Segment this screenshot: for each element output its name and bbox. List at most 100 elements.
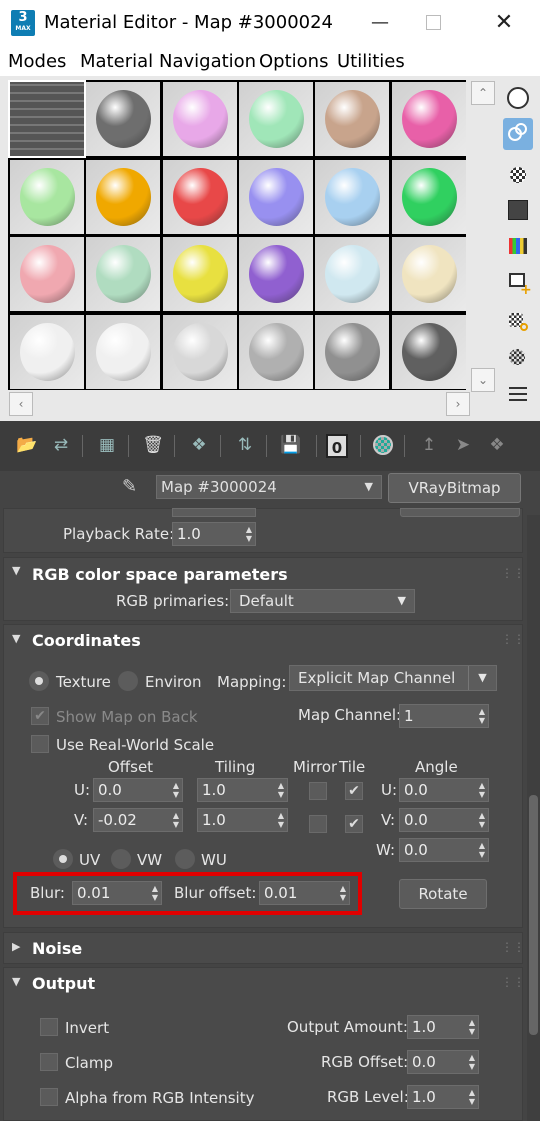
menu-utilities[interactable]: Utilities — [337, 51, 405, 72]
material-slot[interactable] — [10, 314, 84, 389]
show-map-on-back-checkbox[interactable]: ✔ — [31, 707, 49, 725]
texture-radio[interactable] — [29, 671, 49, 691]
v-tile-checkbox[interactable]: ✔ — [345, 815, 363, 833]
spinner-arrows-icon[interactable]: ▲ ▼ — [469, 1018, 475, 1036]
output-header[interactable]: Output — [32, 974, 95, 993]
menu-modes[interactable]: Modes — [8, 51, 66, 72]
material-slot[interactable] — [315, 314, 390, 389]
maximize-icon[interactable] — [418, 10, 448, 36]
map-name-field[interactable]: Map #3000024 ▼ — [156, 475, 382, 499]
close-icon[interactable]: ✕ — [489, 10, 519, 36]
show-map-in-viewport-icon[interactable] — [370, 432, 396, 458]
rgb-color-space-header[interactable]: RGB color space parameters — [32, 565, 288, 584]
u-offset-spinner[interactable]: 0.0 ▲ ▼ — [93, 778, 183, 802]
spinner-arrows-icon[interactable]: ▲ ▼ — [479, 841, 485, 859]
make-preview-icon[interactable]: + — [506, 270, 532, 298]
rollout-expanded-icon[interactable]: ▼ — [12, 564, 20, 577]
v-tiling-spinner[interactable]: 1.0 ▲ ▼ — [197, 808, 288, 832]
material-slot[interactable] — [315, 82, 390, 156]
map-type-button[interactable]: VRayBitmap — [388, 473, 521, 503]
material-slot[interactable] — [238, 314, 313, 389]
assign-material-icon[interactable]: ▦ — [94, 432, 120, 458]
material-slot[interactable] — [315, 237, 390, 311]
noise-header[interactable]: Noise — [32, 939, 82, 958]
make-unique-icon[interactable]: ❖ — [186, 432, 212, 458]
scroll-right-icon[interactable]: › — [446, 392, 470, 416]
v-angle-spinner[interactable]: 0.0 ▲ ▼ — [399, 808, 489, 832]
coordinates-header[interactable]: Coordinates — [32, 631, 141, 650]
uv-radio[interactable] — [53, 849, 73, 869]
material-slot[interactable] — [162, 82, 237, 156]
material-slot[interactable] — [86, 237, 161, 311]
spinner-arrows-icon[interactable]: ▲ ▼ — [278, 781, 284, 799]
material-slot[interactable] — [86, 82, 161, 156]
rgb-primaries-dropdown[interactable]: Default ▼ — [230, 589, 415, 613]
v-mirror-checkbox[interactable] — [309, 815, 327, 833]
material-slot[interactable] — [391, 159, 466, 234]
spinner-arrows-icon[interactable]: ▲ ▼ — [469, 1088, 475, 1106]
go-to-parent-icon[interactable]: ↥ — [416, 432, 442, 458]
spinner-arrows-icon[interactable]: ▲ ▼ — [469, 1053, 475, 1071]
material-slot[interactable] — [238, 159, 313, 234]
get-material-icon[interactable]: 📂 — [14, 432, 40, 458]
rgb-level-spinner[interactable]: 1.0 ▲ ▼ — [407, 1085, 479, 1109]
mapping-dropdown[interactable]: Explicit Map Channel ▼ — [289, 665, 497, 691]
u-tiling-spinner[interactable]: 1.0 ▲ ▼ — [197, 778, 288, 802]
spinner-arrows-icon[interactable]: ▲ ▼ — [479, 781, 485, 799]
rgb-offset-spinner[interactable]: 0.0 ▲ ▼ — [407, 1050, 479, 1074]
alpha-from-rgb-checkbox[interactable] — [40, 1088, 58, 1106]
real-world-scale-checkbox[interactable] — [31, 735, 49, 753]
material-slot[interactable] — [238, 82, 313, 156]
delete-icon[interactable]: 🗑 — [140, 432, 166, 458]
menu-material[interactable]: Material — [80, 51, 153, 72]
sample-uv-tiling-icon[interactable] — [506, 198, 530, 222]
clamp-checkbox[interactable] — [40, 1053, 58, 1071]
playback-rate-spinner[interactable]: 1.0 ▲ ▼ — [172, 522, 256, 546]
material-slot[interactable] — [86, 159, 161, 234]
material-slot[interactable] — [162, 159, 237, 234]
u-angle-spinner[interactable]: 0.0 ▲ ▼ — [399, 778, 489, 802]
rollout-expanded-icon[interactable]: ▼ — [12, 975, 20, 988]
wu-radio[interactable] — [175, 849, 195, 869]
menu-navigation[interactable]: Navigation — [159, 51, 256, 72]
select-by-material-icon[interactable] — [506, 346, 530, 370]
menu-options[interactable]: Options — [259, 51, 328, 72]
rollout-collapsed-icon[interactable]: ▶ — [12, 940, 20, 953]
material-slot[interactable] — [86, 314, 161, 389]
vw-radio[interactable] — [111, 849, 131, 869]
scroll-down-icon[interactable]: ⌄ — [471, 368, 495, 392]
spinner-arrows-icon[interactable]: ▲ ▼ — [479, 811, 485, 829]
pick-material-icon[interactable]: ❖ — [484, 432, 510, 458]
rotate-button[interactable]: Rotate — [399, 879, 487, 909]
map-channel-spinner[interactable]: 1 ▲ ▼ — [399, 704, 489, 728]
spinner-arrows-icon[interactable]: ▲ ▼ — [479, 707, 485, 725]
rollout-expanded-icon[interactable]: ▼ — [12, 632, 20, 645]
spinner-arrows-icon[interactable]: ▲ ▼ — [278, 811, 284, 829]
output-amount-spinner[interactable]: 1.0 ▲ ▼ — [407, 1015, 479, 1039]
w-angle-spinner[interactable]: 0.0 ▲ ▼ — [399, 838, 489, 862]
save-to-library-icon[interactable]: 💾 — [278, 432, 304, 458]
material-slot[interactable] — [391, 82, 466, 156]
material-slot[interactable] — [238, 237, 313, 311]
material-slot[interactable] — [8, 80, 86, 158]
spinner-arrows-icon[interactable]: ▲ ▼ — [173, 781, 179, 799]
scroll-up-icon[interactable]: ⌃ — [471, 81, 495, 105]
scrollbar-thumb[interactable] — [529, 795, 538, 1035]
environ-radio[interactable] — [118, 671, 138, 691]
background-icon[interactable] — [506, 163, 530, 187]
copy-material-icon[interactable]: ⇅ — [232, 432, 258, 458]
material-slot[interactable] — [162, 314, 237, 389]
material-slot[interactable] — [162, 237, 237, 311]
u-tile-checkbox[interactable]: ✔ — [345, 782, 363, 800]
v-offset-spinner[interactable]: -0.02 ▲ ▼ — [93, 808, 183, 832]
material-slot[interactable] — [10, 237, 84, 311]
options-icon[interactable] — [506, 310, 530, 334]
eyedropper-icon[interactable]: ✎ — [122, 476, 146, 500]
material-id-channel-button[interactable]: 0 — [326, 434, 348, 458]
material-slot[interactable] — [391, 237, 466, 311]
spinner-arrows-icon[interactable]: ▲ ▼ — [246, 525, 252, 543]
invert-checkbox[interactable] — [40, 1018, 58, 1036]
sample-type-icon[interactable] — [506, 86, 530, 110]
minimize-icon[interactable]: — — [365, 10, 395, 36]
put-to-scene-icon[interactable]: ⇄ — [48, 432, 74, 458]
